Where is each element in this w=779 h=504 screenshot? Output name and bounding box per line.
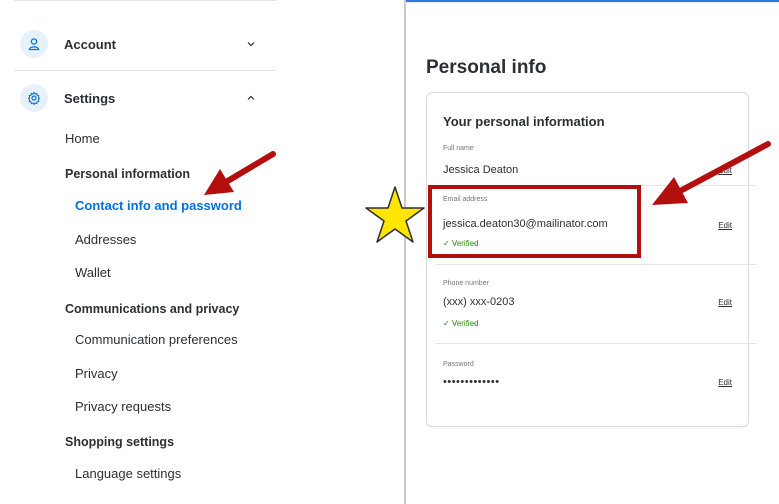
sidebar-divider — [14, 0, 276, 1]
card-title: Your personal information — [443, 114, 605, 129]
sidebar-item-language-settings[interactable]: Language settings — [75, 466, 181, 481]
sidebar-item-contact-info[interactable]: Contact info and password — [75, 198, 242, 213]
sidebar-heading-personal-information: Personal information — [65, 167, 191, 181]
sidebar-item-communication-preferences[interactable]: Communication preferences — [75, 332, 238, 347]
settings-sidebar: Account Settings Home Personal informati… — [0, 0, 278, 504]
panel-top-border — [406, 0, 779, 12]
edit-full-name-link[interactable]: Edit — [718, 166, 732, 175]
full-name-value: Jessica Deaton — [443, 164, 519, 176]
card-divider — [435, 343, 757, 344]
personal-information-card: Your personal information Full name Jess… — [426, 92, 757, 427]
sidebar-item-addresses[interactable]: Addresses — [75, 232, 136, 247]
edit-phone-link[interactable]: Edit — [718, 298, 732, 307]
edit-email-link[interactable]: Edit — [718, 221, 732, 230]
sidebar-item-privacy[interactable]: Privacy — [75, 366, 118, 381]
email-highlight-box — [428, 185, 641, 258]
chevron-down-icon — [244, 37, 258, 51]
phone-value: (xxx) xxx-0203 — [443, 296, 515, 308]
sidebar-item-privacy-requests[interactable]: Privacy requests — [75, 399, 171, 414]
password-label: Password — [443, 361, 474, 368]
password-value: ••••••••••••• — [443, 376, 500, 388]
full-name-label: Full name — [443, 145, 474, 152]
phone-verified-status: ✓ Verified — [443, 319, 479, 328]
chevron-up-icon — [244, 91, 258, 105]
sidebar-heading-communications: Communications and privacy — [65, 302, 240, 316]
edit-password-link[interactable]: Edit — [718, 378, 732, 387]
sidebar-heading-shopping-settings: Shopping settings — [65, 435, 175, 449]
sidebar-divider — [14, 70, 276, 71]
user-icon — [20, 30, 48, 58]
account-section-toggle[interactable]: Account — [20, 30, 258, 58]
page-title: Personal info — [426, 57, 547, 78]
gear-icon — [20, 84, 48, 112]
phone-label: Phone number — [443, 280, 489, 287]
account-label: Account — [64, 36, 116, 52]
settings-section-toggle[interactable]: Settings — [20, 84, 258, 112]
card-divider — [435, 264, 757, 265]
sidebar-item-home[interactable]: Home — [65, 131, 100, 146]
settings-label: Settings — [64, 90, 116, 106]
sidebar-item-wallet[interactable]: Wallet — [75, 265, 111, 280]
